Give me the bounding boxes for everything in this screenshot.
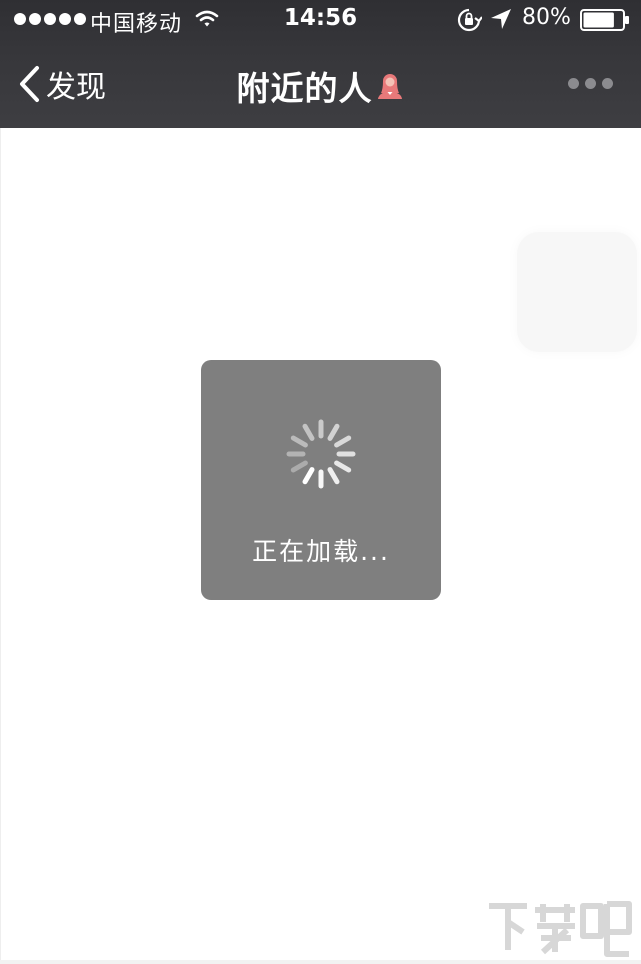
page-title-text: 附近的人	[236, 69, 373, 108]
content-area: 正在加载...	[0, 128, 641, 964]
status-bar: 中国移动 14:56 80%	[0, 0, 641, 40]
spinner-spoke	[334, 435, 352, 448]
battery-percent: 80%	[522, 5, 571, 30]
spinner-spoke	[290, 460, 308, 473]
loading-toast: 正在加载...	[201, 360, 441, 600]
left-edge-divider	[0, 128, 1, 964]
spinner-spoke	[334, 460, 352, 473]
female-person-icon	[377, 74, 402, 99]
xiazaiba-watermark-logo	[489, 901, 632, 957]
rotation-lock-icon	[456, 8, 483, 38]
location-arrow-icon	[490, 8, 512, 36]
page-title: 附近的人	[0, 62, 641, 110]
more-options-button[interactable]	[568, 78, 613, 89]
spinner-spoke	[327, 467, 340, 485]
more-dots-icon	[568, 78, 579, 89]
bottom-edge-divider	[0, 960, 641, 964]
screen: 中国移动 14:56 80% 发现 附近的人 正在加载...	[0, 0, 641, 964]
spinner-icon	[286, 419, 356, 489]
spinner-spoke	[302, 467, 315, 485]
spinner-spoke	[327, 423, 340, 441]
loading-message: 正在加载...	[252, 537, 390, 566]
faded-placeholder-tile	[517, 232, 637, 352]
battery-icon	[580, 9, 630, 37]
spinner-spoke	[302, 423, 315, 441]
spinner-spoke	[290, 435, 308, 448]
navigation-bar: 发现 附近的人	[0, 40, 641, 128]
